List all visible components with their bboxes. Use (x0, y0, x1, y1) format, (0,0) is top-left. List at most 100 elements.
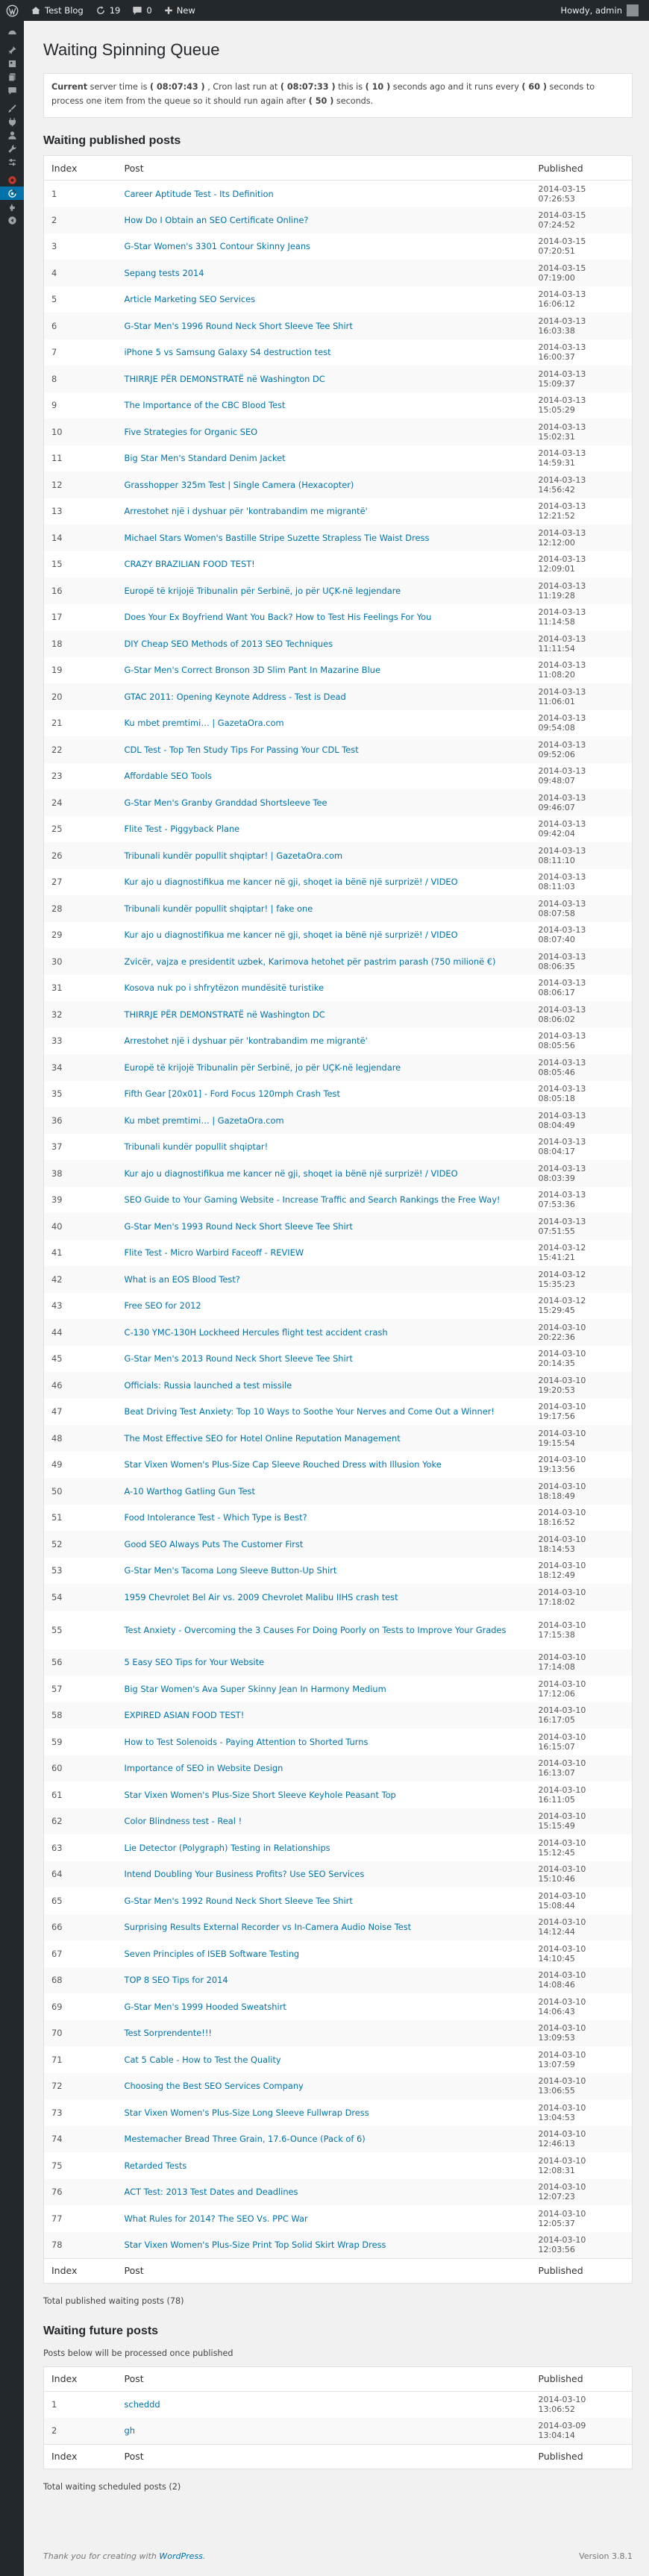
post-link[interactable]: Surprising Results External Recorder vs … (125, 1921, 524, 1933)
post-link[interactable]: SEO Guide to Your Gaming Website - Incre… (125, 1194, 524, 1206)
collapse-menu-button[interactable] (0, 213, 24, 227)
post-link[interactable]: CRAZY BRAZILIAN FOOD TEST! (125, 558, 524, 570)
post-link[interactable]: Tribunali kundër popullit shqiptar! | fa… (125, 903, 524, 915)
post-link[interactable]: Tribunali kundër popullit shqiptar! (125, 1141, 524, 1153)
post-link[interactable]: G-Star Men's 1999 Hooded Sweatshirt (125, 2001, 524, 2013)
post-link[interactable]: TOP 8 SEO Tips for 2014 (125, 1974, 524, 1986)
post-link[interactable]: Kur ajo u diagnostifikua me kancer në gj… (125, 876, 524, 888)
post-link[interactable]: Grasshopper 325m Test | Single Camera (H… (125, 479, 524, 491)
menu-dashboard[interactable] (0, 25, 24, 39)
post-link[interactable]: Fifth Gear [20x01] - Ford Focus 120mph C… (125, 1088, 524, 1100)
post-link[interactable]: Lie Detector (Polygraph) Testing in Rela… (125, 1842, 524, 1854)
menu-users[interactable] (0, 128, 24, 142)
menu-comments[interactable] (0, 84, 24, 97)
post-link[interactable]: 1959 Chevrolet Bel Air vs. 2009 Chevrole… (125, 1591, 524, 1603)
post-link[interactable]: Michael Stars Women's Bastille Stripe Su… (125, 532, 524, 544)
updates-link[interactable]: 19 (90, 0, 127, 21)
post-link[interactable]: G-Star Men's Correct Bronson 3D Slim Pan… (125, 664, 524, 676)
post-link[interactable]: GTAC 2011: Opening Keynote Address - Tes… (125, 691, 524, 703)
post-link[interactable]: Does Your Ex Boyfriend Want You Back? Ho… (125, 611, 524, 623)
menu-settings[interactable] (0, 155, 24, 169)
post-link[interactable]: Kur ajo u diagnostifikua me kancer në gj… (125, 1168, 524, 1179)
menu-appearance[interactable] (0, 101, 24, 115)
menu-pages[interactable] (0, 70, 24, 84)
post-link[interactable]: Intend Doubling Your Business Profits? U… (125, 1868, 524, 1880)
post-link[interactable]: Five Strategies for Organic SEO (125, 426, 524, 438)
post-link[interactable]: Cat 5 Cable - How to Test the Quality (125, 2054, 524, 2066)
post-link[interactable]: Star Vixen Women's Plus-Size Long Sleeve… (125, 2107, 524, 2119)
post-link[interactable]: A-10 Warthog Gatling Gun Test (125, 1485, 524, 1497)
post-link[interactable]: scheddd (125, 2398, 524, 2410)
post-link[interactable]: G-Star Men's 1993 Round Neck Short Sleev… (125, 1220, 524, 1232)
post-link[interactable]: The Importance of the CBC Blood Test (125, 399, 524, 411)
post-link[interactable]: Officials: Russia launched a test missil… (125, 1379, 524, 1391)
post-link[interactable]: Star Vixen Women's Plus-Size Cap Sleeve … (125, 1458, 524, 1470)
post-link[interactable]: Seven Principles of ISEB Software Testin… (125, 1948, 524, 1960)
post-link[interactable]: Arrestohet një i dyshuar për 'kontraband… (125, 505, 524, 517)
menu-media[interactable] (0, 57, 24, 70)
post-link[interactable]: Choosing the Best SEO Services Company (125, 2080, 524, 2092)
post-link[interactable]: Ku mbet premtimi… | GazetaOra.com (125, 1115, 524, 1126)
post-link[interactable]: C-130 YMC-130H Lockheed Hercules flight … (125, 1326, 524, 1338)
post-link[interactable]: Kur ajo u diagnostifikua me kancer në gj… (125, 929, 524, 941)
post-link[interactable]: G-Star Men's 2013 Round Neck Short Sleev… (125, 1353, 524, 1364)
post-link[interactable]: How Do I Obtain an SEO Certificate Onlin… (125, 214, 524, 226)
post-link[interactable]: DIY Cheap SEO Methods of 2013 SEO Techni… (125, 638, 524, 650)
post-link[interactable]: How to Test Solenoids - Paying Attention… (125, 1736, 524, 1748)
post-link[interactable]: Big Star Women's Ava Super Skinny Jean I… (125, 1683, 524, 1695)
post-link[interactable]: gh (125, 2425, 524, 2436)
post-link[interactable]: Europë të krijojë Tribunalin për Serbinë… (125, 585, 524, 597)
post-link[interactable]: G-Star Women's 3301 Contour Skinny Jeans (125, 240, 524, 252)
post-link[interactable]: Color Blindness test - Real ! (125, 1815, 524, 1827)
post-link[interactable]: Importance of SEO in Website Design (125, 1762, 524, 1774)
menu-posts[interactable] (0, 43, 24, 57)
post-link[interactable]: Sepang tests 2014 (125, 267, 524, 279)
new-content-link[interactable]: New (158, 0, 201, 21)
post-link[interactable]: Tribunali kundër popullit shqiptar! | Ga… (125, 850, 524, 862)
menu-plugin-red[interactable] (0, 173, 24, 187)
post-link[interactable]: Ku mbet premtimi… | GazetaOra.com (125, 717, 524, 729)
post-link[interactable]: Mestemacher Bread Three Grain, 17.6-Ounc… (125, 2133, 524, 2145)
post-link[interactable]: The Most Effective SEO for Hotel Online … (125, 1432, 524, 1444)
post-link[interactable]: Zvicër, vajza e presidentit uzbek, Karim… (125, 956, 524, 968)
post-link[interactable]: Beat Driving Test Anxiety: Top 10 Ways t… (125, 1405, 524, 1417)
post-link[interactable]: Article Marketing SEO Services (125, 293, 524, 305)
post-link[interactable]: Good SEO Always Puts The Customer First (125, 1538, 524, 1550)
post-link[interactable]: Star Vixen Women's Plus-Size Print Top S… (125, 2239, 524, 2251)
post-link[interactable]: Food Intolerance Test - Which Type is Be… (125, 1511, 524, 1523)
post-link[interactable]: What Rules for 2014? The SEO Vs. PPC War (125, 2213, 524, 2225)
post-link[interactable]: G-Star Men's Granby Granddad Shortsleeve… (125, 797, 524, 809)
post-link[interactable]: Test Anxiety - Overcoming the 3 Causes F… (125, 1624, 524, 1636)
post-link[interactable]: Flite Test - Micro Warbird Faceoff - REV… (125, 1247, 524, 1259)
post-link[interactable]: Kosova nuk po i shfrytëzon mundësitë tur… (125, 982, 524, 994)
post-link[interactable]: ACT Test: 2013 Test Dates and Deadlines (125, 2186, 524, 2198)
post-link[interactable]: Star Vixen Women's Plus-Size Short Sleev… (125, 1789, 524, 1801)
post-link[interactable]: CDL Test - Top Ten Study Tips For Passin… (125, 744, 524, 756)
post-link[interactable]: Career Aptitude Test - Its Definition (125, 188, 524, 200)
wordpress-link[interactable]: WordPress (159, 2551, 203, 2561)
post-link[interactable]: G-Star Men's 1992 Round Neck Short Sleev… (125, 1895, 524, 1907)
post-link[interactable]: EXPIRED ASIAN FOOD TEST! (125, 1709, 524, 1721)
post-link[interactable]: Big Star Men's Standard Denim Jacket (125, 452, 524, 464)
post-link[interactable]: iPhone 5 vs Samsung Galaxy S4 destructio… (125, 346, 524, 358)
my-account-link[interactable]: Howdy, admin (554, 0, 649, 21)
post-link[interactable]: Flite Test - Piggyback Plane (125, 823, 524, 835)
post-link[interactable]: Retarded Tests (125, 2160, 524, 2172)
post-link[interactable]: Arrestohet një i dyshuar për 'kontraband… (125, 1035, 524, 1047)
post-link[interactable]: G-Star Men's Tacoma Long Sleeve Button-U… (125, 1564, 524, 1576)
post-link[interactable]: What is an EOS Blood Test? (125, 1273, 524, 1285)
menu-plugin-extra[interactable] (0, 200, 24, 213)
menu-tools[interactable] (0, 142, 24, 155)
menu-plugins[interactable] (0, 115, 24, 128)
post-link[interactable]: Test Sorprendente!!! (125, 2027, 524, 2039)
post-link[interactable]: G-Star Men's 1996 Round Neck Short Sleev… (125, 320, 524, 332)
menu-spinning-queue[interactable] (0, 187, 24, 200)
comments-link[interactable]: 0 (126, 0, 157, 21)
post-link[interactable]: Free SEO for 2012 (125, 1300, 524, 1311)
site-name-link[interactable]: Test Blog (25, 0, 90, 21)
post-link[interactable]: 5 Easy SEO Tips for Your Website (125, 1656, 524, 1668)
wordpress-logo-button[interactable] (0, 0, 25, 21)
post-link[interactable]: Affordable SEO Tools (125, 770, 524, 782)
post-link[interactable]: THIRRJE PËR DEMONSTRATË në Washington DC (125, 373, 524, 385)
post-link[interactable]: Europë të krijojë Tribunalin për Serbinë… (125, 1062, 524, 1074)
